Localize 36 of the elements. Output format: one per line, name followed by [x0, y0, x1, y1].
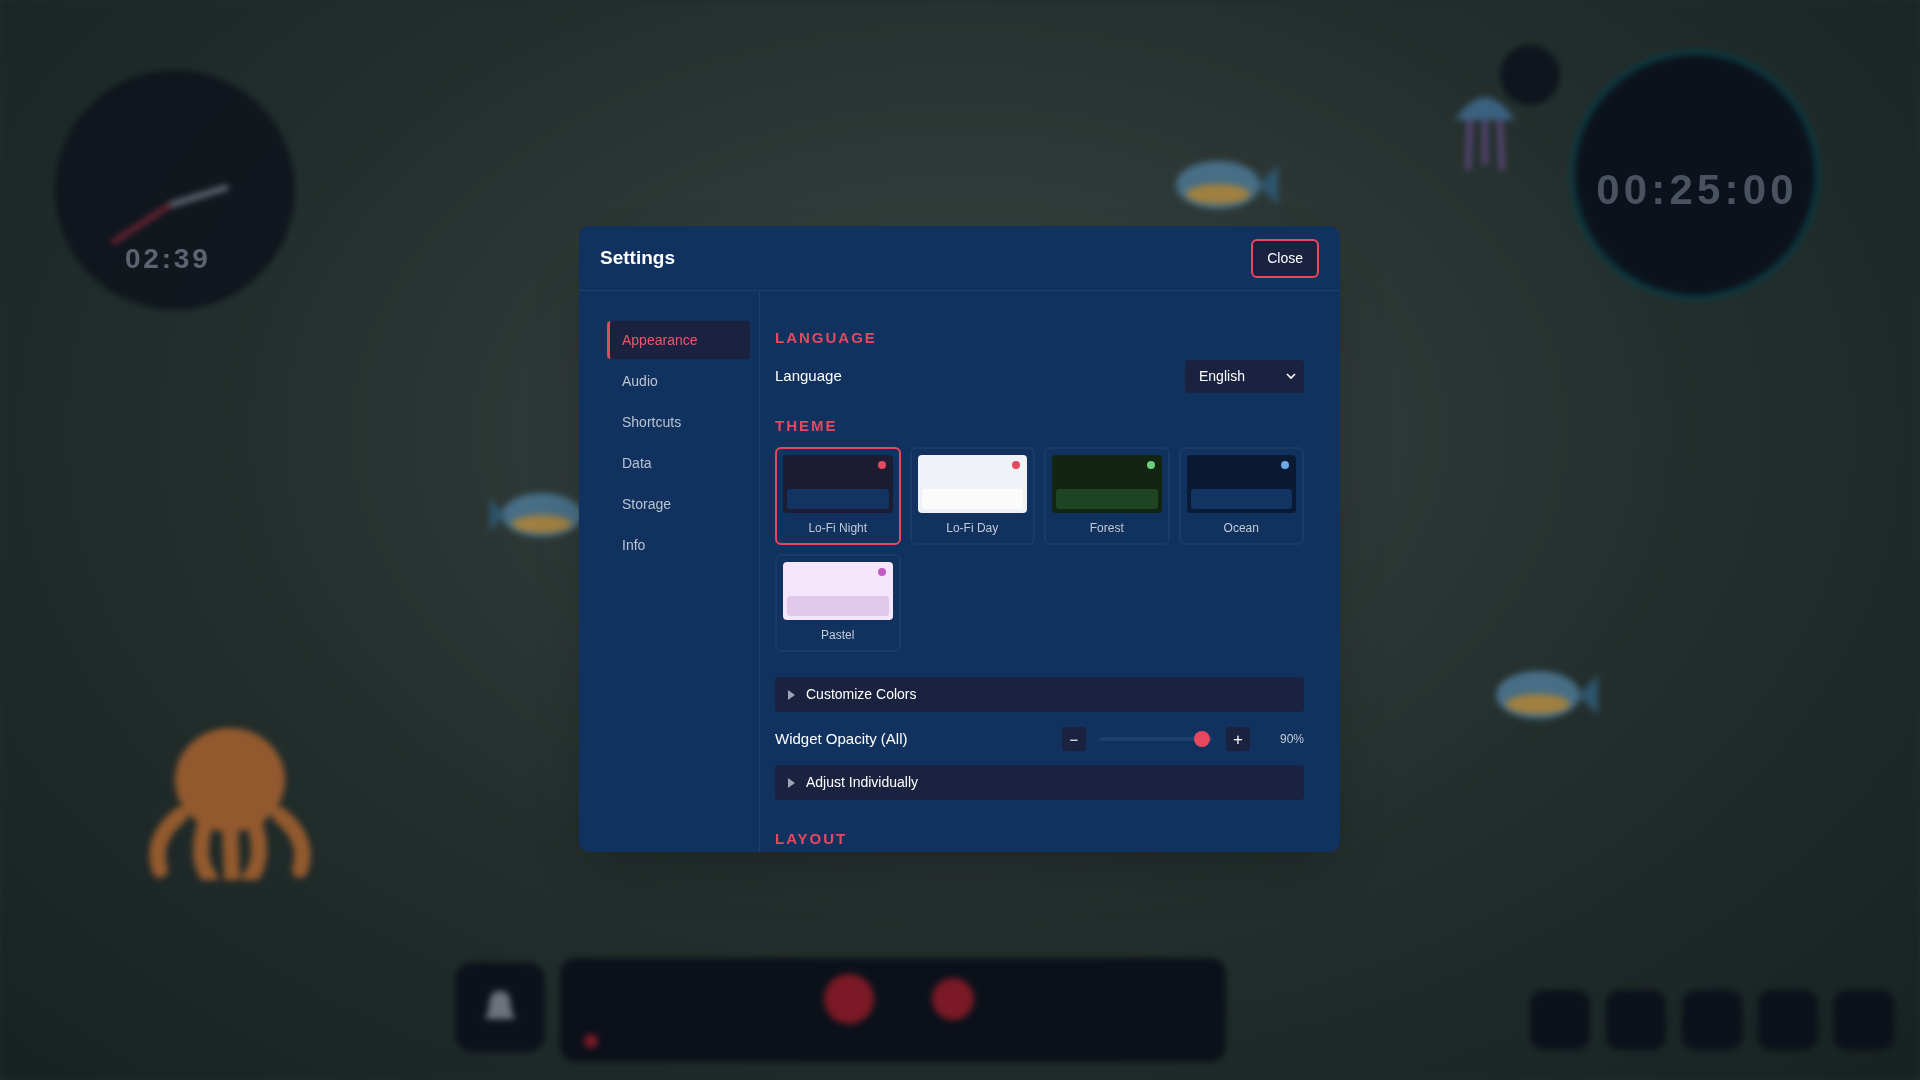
timer-time: 00:25:00: [1595, 165, 1799, 215]
section-heading: LANGUAGE: [775, 328, 878, 348]
language-select[interactable]: English: [1185, 359, 1304, 393]
increase-button[interactable]: +: [1226, 727, 1250, 751]
theme-card[interactable]: Pastel: [775, 554, 901, 652]
theme-name: Lo-Fi Night: [808, 520, 868, 537]
decrease-button[interactable]: −: [1062, 727, 1086, 751]
theme-name: Pastel: [821, 627, 855, 644]
triangle-right-icon: [787, 777, 796, 788]
section-heading: LAYOUT: [775, 829, 849, 849]
theme-card[interactable]: Ocean: [1178, 447, 1304, 545]
triangle-right-icon: [787, 689, 796, 700]
field-label: Language: [775, 365, 842, 386]
chevron-down-icon: [1286, 372, 1296, 380]
field-label: Widget Opacity (All): [775, 728, 909, 749]
bell-button[interactable]: [455, 962, 545, 1052]
theme-card[interactable]: Lo-Fi Night: [775, 447, 901, 545]
section-heading: THEME: [775, 415, 839, 436]
sidebar-item[interactable]: Appearance: [607, 321, 750, 359]
theme-name: Lo-Fi Day: [946, 520, 999, 537]
theme-card[interactable]: Forest: [1044, 447, 1170, 545]
slider-thumb[interactable]: [1193, 731, 1210, 747]
close-button[interactable]: Close: [1251, 238, 1319, 278]
theme-name: Forest: [1089, 520, 1124, 537]
sidebar-item[interactable]: Audio: [607, 362, 750, 400]
dialog-title: Settings: [600, 245, 675, 270]
clock-time: 02:39: [125, 242, 211, 276]
sidebar-item[interactable]: Storage: [607, 485, 750, 523]
opacity-reading: 90%: [1278, 731, 1304, 748]
theme-name: Ocean: [1223, 520, 1259, 537]
expander-header[interactable]: Adjust Individually: [775, 765, 1304, 800]
sidebar-item[interactable]: Info: [607, 526, 750, 564]
sidebar-item[interactable]: Shortcuts: [607, 403, 750, 441]
theme-card[interactable]: Lo-Fi Day: [909, 447, 1035, 545]
sidebar-item[interactable]: Data: [607, 444, 750, 482]
expander-header[interactable]: Customize Colors: [775, 677, 1304, 712]
